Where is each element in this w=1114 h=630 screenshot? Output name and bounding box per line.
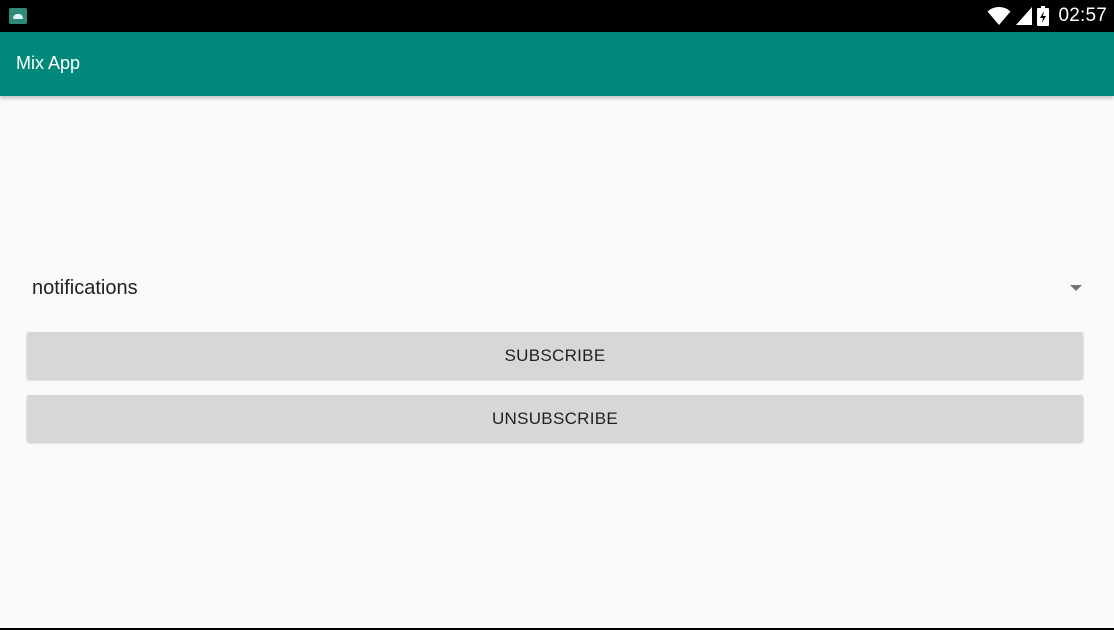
unsubscribe-button[interactable]: UNSUBSCRIBE <box>27 395 1083 442</box>
cellular-signal-icon <box>1016 7 1033 25</box>
status-time: 02:57 <box>1058 5 1107 26</box>
subscribe-button[interactable]: SUBSCRIBE <box>27 332 1083 379</box>
android-notification-icon <box>9 8 27 24</box>
status-bar: 02:57 <box>0 0 1114 32</box>
topic-spinner[interactable]: notifications <box>16 266 1098 312</box>
dropdown-arrow-icon <box>1070 285 1082 291</box>
wifi-icon <box>987 6 1011 26</box>
battery-icon <box>1037 6 1050 26</box>
status-icons: 02:57 <box>987 0 1107 32</box>
spinner-selected-value: notifications <box>32 277 138 299</box>
app-bar: Mix App <box>0 32 1114 96</box>
app-title: Mix App <box>16 53 81 73</box>
